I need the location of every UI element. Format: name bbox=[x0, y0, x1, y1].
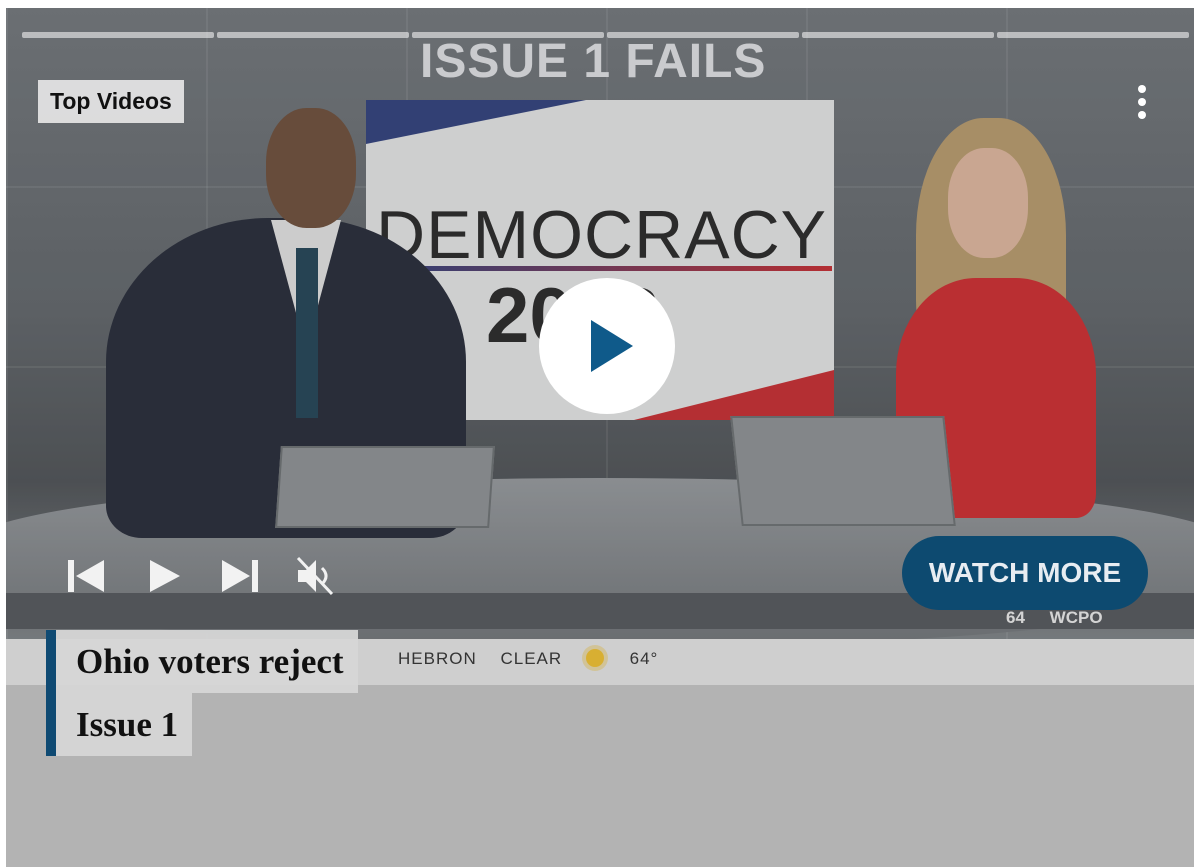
volume-muted-icon[interactable] bbox=[292, 554, 336, 598]
progress-segment[interactable] bbox=[607, 32, 799, 38]
skip-previous-icon[interactable] bbox=[64, 554, 108, 598]
top-videos-label: Top Videos bbox=[38, 80, 184, 123]
play-button[interactable] bbox=[539, 278, 675, 414]
play-icon bbox=[591, 320, 633, 372]
progress-segment[interactable] bbox=[802, 32, 994, 38]
progress-segment[interactable] bbox=[412, 32, 604, 38]
headline-line-1[interactable]: Ohio voters reject bbox=[56, 630, 358, 693]
watch-more-button[interactable]: WATCH MORE bbox=[902, 536, 1148, 610]
video-headline[interactable]: Ohio voters reject Issue 1 bbox=[46, 630, 358, 756]
skip-next-icon[interactable] bbox=[218, 554, 262, 598]
progress-segment[interactable] bbox=[217, 32, 409, 38]
play-icon[interactable] bbox=[142, 554, 186, 598]
progress-segment[interactable] bbox=[22, 32, 214, 38]
headline-line-2[interactable]: Issue 1 bbox=[56, 693, 193, 756]
progress-segment[interactable] bbox=[997, 32, 1189, 38]
video-player[interactable]: ISSUE 1 FAILS DEMOCRACY 2023 64 WCPO bbox=[6, 8, 1194, 867]
more-vertical-icon[interactable] bbox=[1132, 82, 1152, 122]
